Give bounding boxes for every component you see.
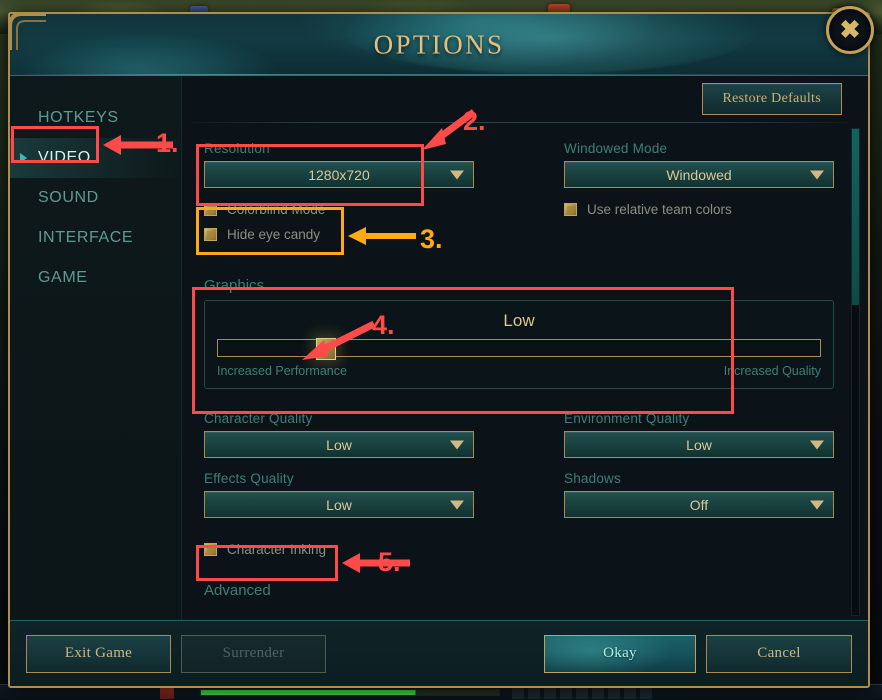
colorblind-mode-label: Colorblind Mode [227,202,326,217]
environment-quality-dropdown[interactable]: Low [564,431,834,458]
character-quality-value: Low [326,436,352,453]
sidebar: HOTKEYS VIDEO SOUND INTERFACE GAME [10,76,182,620]
increased-performance-label: Increased Performance [217,364,347,378]
hud-health-bar [200,689,500,696]
restore-defaults-button[interactable]: Restore Defaults [701,83,842,115]
checkbox-icon [204,228,217,241]
close-button[interactable]: ✖ [826,6,874,54]
character-quality-label: Character Quality [204,411,313,426]
cancel-button[interactable]: Cancel [706,634,852,673]
environment-quality-value: Low [686,436,712,453]
sidebar-item-game[interactable]: GAME [10,258,181,298]
effects-quality-label: Effects Quality [204,471,294,486]
graphics-quality-value: Low [503,311,535,330]
okay-button[interactable]: Okay [544,634,696,673]
restore-defaults-row: Restore Defaults [182,76,868,122]
sidebar-item-label: GAME [38,269,88,286]
graphics-slider-end-labels: Increased Performance Increased Quality [217,364,821,378]
right-checkbox-column: Use relative team colors [564,197,834,247]
environment-quality-label: Environment Quality [564,411,690,426]
character-quality-dropdown[interactable]: Low [204,431,474,458]
resolution-value: 1280x720 [308,166,370,183]
screen-root: OPTIONS HOTKEYS VIDEO SOUND INTERFACE GA… [0,0,882,700]
checkbox-icon [204,543,217,556]
exit-game-button[interactable]: Exit Game [26,634,171,673]
settings-scrollbar[interactable] [851,128,860,616]
hide-eye-candy-checkbox[interactable]: Hide eye candy [204,222,474,247]
surrender-button: Surrender [181,634,326,673]
character-inking-checkbox[interactable]: Character Inking [204,537,834,562]
colorblind-mode-checkbox[interactable]: Colorblind Mode [204,197,474,222]
dialog-titlebar: OPTIONS [10,14,868,104]
checkbox-icon [204,203,217,216]
graphics-slider-panel: Low Increased Performance Increased Qual… [204,300,834,389]
resolution-dropdown[interactable]: 1280x720 [204,161,474,188]
chevron-down-icon [810,500,824,509]
effects-quality-value: Low [326,496,352,513]
chevron-down-icon [450,170,464,179]
sidebar-item-video[interactable]: VIDEO [10,138,181,178]
resolution-field: Resolution 1280x720 [204,141,474,188]
checkbox-icon [564,203,577,216]
display-settings-grid: Resolution 1280x720 Windowed Mode Window… [204,141,834,188]
character-quality-field: Character Quality Low [204,411,474,458]
dialog-body: HOTKEYS VIDEO SOUND INTERFACE GAME Resto… [10,76,868,620]
effects-quality-field: Effects Quality Low [204,471,474,518]
sidebar-item-interface[interactable]: INTERFACE [10,218,181,258]
graphics-slider-track[interactable] [217,338,821,360]
chevron-down-icon [450,440,464,449]
use-relative-team-colors-checkbox[interactable]: Use relative team colors [564,197,834,222]
resolution-label: Resolution [204,141,270,156]
increased-quality-label: Increased Quality [723,364,821,378]
settings-content: Resolution 1280x720 Windowed Mode Window… [182,123,868,599]
chevron-down-icon [810,440,824,449]
character-inking-label: Character Inking [227,542,327,557]
sidebar-item-label: INTERFACE [38,229,134,246]
shadows-dropdown[interactable]: Off [564,491,834,518]
advanced-heading: Advanced [204,582,271,599]
graphics-heading: Graphics [204,277,265,294]
environment-quality-field: Environment Quality Low [564,411,834,458]
quality-settings-grid: Character Quality Low Environment Qualit… [204,411,834,531]
use-relative-team-colors-label: Use relative team colors [587,202,732,217]
windowed-mode-value: Windowed [666,166,732,183]
scrollbar-thumb[interactable] [852,129,859,305]
dialog-footer: Exit Game Surrender Okay Cancel [10,620,868,686]
settings-scroll-area[interactable]: Resolution 1280x720 Windowed Mode Window… [182,123,868,620]
sidebar-item-label: HOTKEYS [38,109,119,126]
graphics-section: Graphics Low Increased Performance Incre… [204,277,834,389]
main-panel: Restore Defaults Resolution 1280x720 Win… [182,76,868,620]
windowed-mode-dropdown[interactable]: Windowed [564,161,834,188]
close-x-icon: ✖ [839,15,861,44]
graphics-slider-thumb[interactable] [316,338,337,360]
windowed-mode-label: Windowed Mode [564,141,668,156]
left-checkbox-column: Colorblind Mode Hide eye candy [204,197,474,247]
windowed-mode-field: Windowed Mode Windowed [564,141,834,188]
options-dialog: OPTIONS HOTKEYS VIDEO SOUND INTERFACE GA… [8,12,870,688]
hide-eye-candy-label: Hide eye candy [227,227,321,242]
page-title: OPTIONS [373,29,505,59]
chevron-down-icon [810,170,824,179]
effects-quality-dropdown[interactable]: Low [204,491,474,518]
chevron-down-icon [450,500,464,509]
shadows-label: Shadows [564,471,621,486]
sidebar-item-hotkeys[interactable]: HOTKEYS [10,98,181,138]
shadows-value: Off [689,496,709,513]
sidebar-item-sound[interactable]: SOUND [10,178,181,218]
sidebar-item-label: SOUND [38,189,99,206]
display-checkbox-grid: Colorblind Mode Hide eye candy Use relat… [204,197,834,247]
shadows-field: Shadows Off [564,471,834,518]
sidebar-item-label: VIDEO [38,149,91,166]
